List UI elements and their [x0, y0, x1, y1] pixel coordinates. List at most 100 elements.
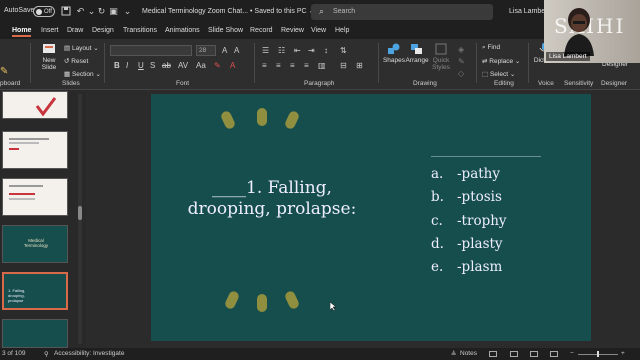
save-icon[interactable]	[60, 6, 71, 17]
bold-icon[interactable]: B	[114, 61, 120, 70]
thumbnail-title: Medical Terminology	[23, 238, 49, 248]
tab-record[interactable]: Record	[250, 27, 273, 34]
shadow-icon[interactable]: S	[150, 61, 155, 70]
font-color-icon[interactable]: A	[230, 61, 235, 70]
decrease-indent-icon[interactable]: ⇤	[294, 46, 301, 55]
character-spacing-icon[interactable]: AV	[178, 61, 188, 70]
present-icon[interactable]: ▣	[108, 6, 119, 17]
slide-thumbnail[interactable]	[2, 131, 68, 169]
tab-design[interactable]: Design	[92, 27, 114, 34]
group-label-voice: Voice	[538, 80, 554, 87]
align-text-icon[interactable]: ⊟	[340, 61, 347, 70]
align-center-icon[interactable]: ≡	[276, 61, 281, 70]
quick-styles-button[interactable]: Quick Styles	[428, 43, 454, 71]
answer-letter: e.	[431, 259, 444, 276]
slide-thumbnail[interactable]: Medical Terminology	[2, 225, 68, 263]
font-family-select[interactable]	[110, 45, 192, 56]
tab-view[interactable]: View	[311, 27, 326, 34]
tab-insert[interactable]: Insert	[41, 27, 59, 34]
notes-button[interactable]: Notes	[460, 350, 477, 357]
customize-toolbar-icon[interactable]: ⌄	[122, 6, 133, 17]
shape-fill-icon[interactable]: ◈	[458, 45, 464, 54]
columns-icon[interactable]: ▥	[318, 61, 326, 70]
zoom-in-icon[interactable]: +	[621, 350, 625, 357]
slide-thumbnail[interactable]	[2, 91, 68, 119]
accessibility-status[interactable]: Accessibility: Investigate	[54, 350, 124, 357]
line-spacing-icon[interactable]: ↕	[324, 46, 328, 55]
slide-show-icon[interactable]	[550, 351, 558, 357]
shape-outline-icon[interactable]: ✎	[458, 57, 465, 66]
shrink-font-icon[interactable]: A	[234, 46, 239, 55]
tab-home[interactable]: Home	[12, 27, 32, 37]
reading-view-icon[interactable]	[530, 351, 538, 357]
tab-slide-show[interactable]: Slide Show	[208, 27, 243, 34]
decorative-dash	[257, 108, 267, 126]
select-label: Select	[489, 71, 509, 78]
accessibility-icon[interactable]: ⚲	[44, 350, 49, 358]
change-case-icon[interactable]: Aa	[196, 61, 206, 70]
numbering-icon[interactable]: ☷	[278, 46, 285, 55]
tab-transitions[interactable]: Transitions	[123, 27, 157, 34]
new-slide-button[interactable]: New Slide	[38, 43, 60, 71]
align-right-icon[interactable]: ≡	[290, 61, 295, 70]
person-avatar	[564, 8, 594, 56]
tab-review[interactable]: Review	[281, 27, 304, 34]
question-text[interactable]: ____1. Falling, drooping, prolapse:	[177, 178, 367, 220]
slide-thumbnail-current[interactable]: 1. Falling, drooping, prolapse	[2, 272, 68, 310]
select-button[interactable]: ⬚ Select ⌄	[482, 70, 515, 78]
smartart-icon[interactable]: ⊞	[356, 61, 363, 70]
layout-button[interactable]: ▤ Layout ⌄	[64, 44, 99, 52]
find-button[interactable]: ⌕ Find	[482, 44, 500, 52]
zoom-slider-thumb[interactable]	[597, 351, 599, 357]
current-slide[interactable]: ____1. Falling, drooping, prolapse: a. -p…	[151, 94, 591, 341]
answer-list[interactable]: a. -pathy b. -ptosis c. -trophy d. -plasty e…	[431, 156, 541, 279]
strikethrough-icon[interactable]: ab	[162, 61, 171, 70]
decorative-dash	[283, 289, 301, 311]
undo-icon[interactable]: ↶	[75, 6, 86, 17]
new-slide-icon	[43, 44, 55, 53]
section-button[interactable]: ▦ Section ⌄	[64, 70, 101, 78]
decorative-dash	[223, 289, 241, 311]
reset-button[interactable]: ↺ Reset	[64, 57, 88, 65]
shapes-label: Shapes	[382, 57, 406, 64]
slide-sorter-icon[interactable]	[510, 351, 518, 357]
slide-thumbnail[interactable]	[2, 178, 68, 216]
highlight-color-icon[interactable]: ✎	[214, 61, 221, 70]
scrollbar-thumb[interactable]	[78, 206, 82, 220]
zoom-out-icon[interactable]: −	[570, 350, 574, 357]
tab-draw[interactable]: Draw	[67, 27, 83, 34]
search-placeholder: Search	[333, 8, 356, 15]
arrange-button[interactable]: Arrange	[404, 43, 430, 64]
autosave-toggle[interactable]: Off	[33, 6, 55, 17]
shape-effects-icon[interactable]: ◇	[458, 69, 464, 78]
text-direction-icon[interactable]: ⇅	[340, 46, 347, 55]
document-title[interactable]: Medical Terminology Zoom Chat... • Saved…	[142, 7, 314, 15]
reset-label: Reset	[71, 58, 89, 65]
shapes-button[interactable]: Shapes	[382, 43, 406, 64]
webcam-overlay: SAIHI Lisa Lambert	[544, 0, 640, 63]
slide-thumbnail[interactable]	[2, 319, 68, 348]
thumbnail-scrollbar[interactable]	[78, 94, 82, 344]
answer-item: e. -plasm	[431, 256, 541, 279]
italic-icon[interactable]: I	[126, 61, 128, 70]
font-size-select[interactable]: 28	[196, 45, 216, 56]
normal-view-icon[interactable]	[489, 351, 497, 357]
align-left-icon[interactable]: ≡	[262, 61, 267, 70]
redo-icon[interactable]: ↻	[96, 6, 107, 17]
replace-button[interactable]: ⇄ Replace ⌄	[482, 57, 520, 65]
tab-help[interactable]: Help	[335, 27, 349, 34]
grow-font-icon[interactable]: A	[222, 46, 227, 55]
format-painter-icon[interactable]: ✎	[0, 66, 8, 77]
increase-indent-icon[interactable]: ⇥	[308, 46, 315, 55]
search-box[interactable]: ⌕ Search	[311, 4, 493, 20]
shapes-icon	[388, 43, 400, 54]
answer-letter: b.	[431, 189, 444, 206]
answer-item: d. -plasty	[431, 233, 541, 256]
notes-icon[interactable]: ≜	[451, 350, 456, 358]
tab-animations[interactable]: Animations	[165, 27, 200, 34]
bullets-icon[interactable]: ☰	[262, 46, 269, 55]
justify-icon[interactable]: ≡	[304, 61, 309, 70]
autosave-state: Off	[44, 8, 52, 15]
underline-icon[interactable]: U	[138, 61, 144, 70]
slide-counter: 3 of 109	[2, 350, 26, 357]
